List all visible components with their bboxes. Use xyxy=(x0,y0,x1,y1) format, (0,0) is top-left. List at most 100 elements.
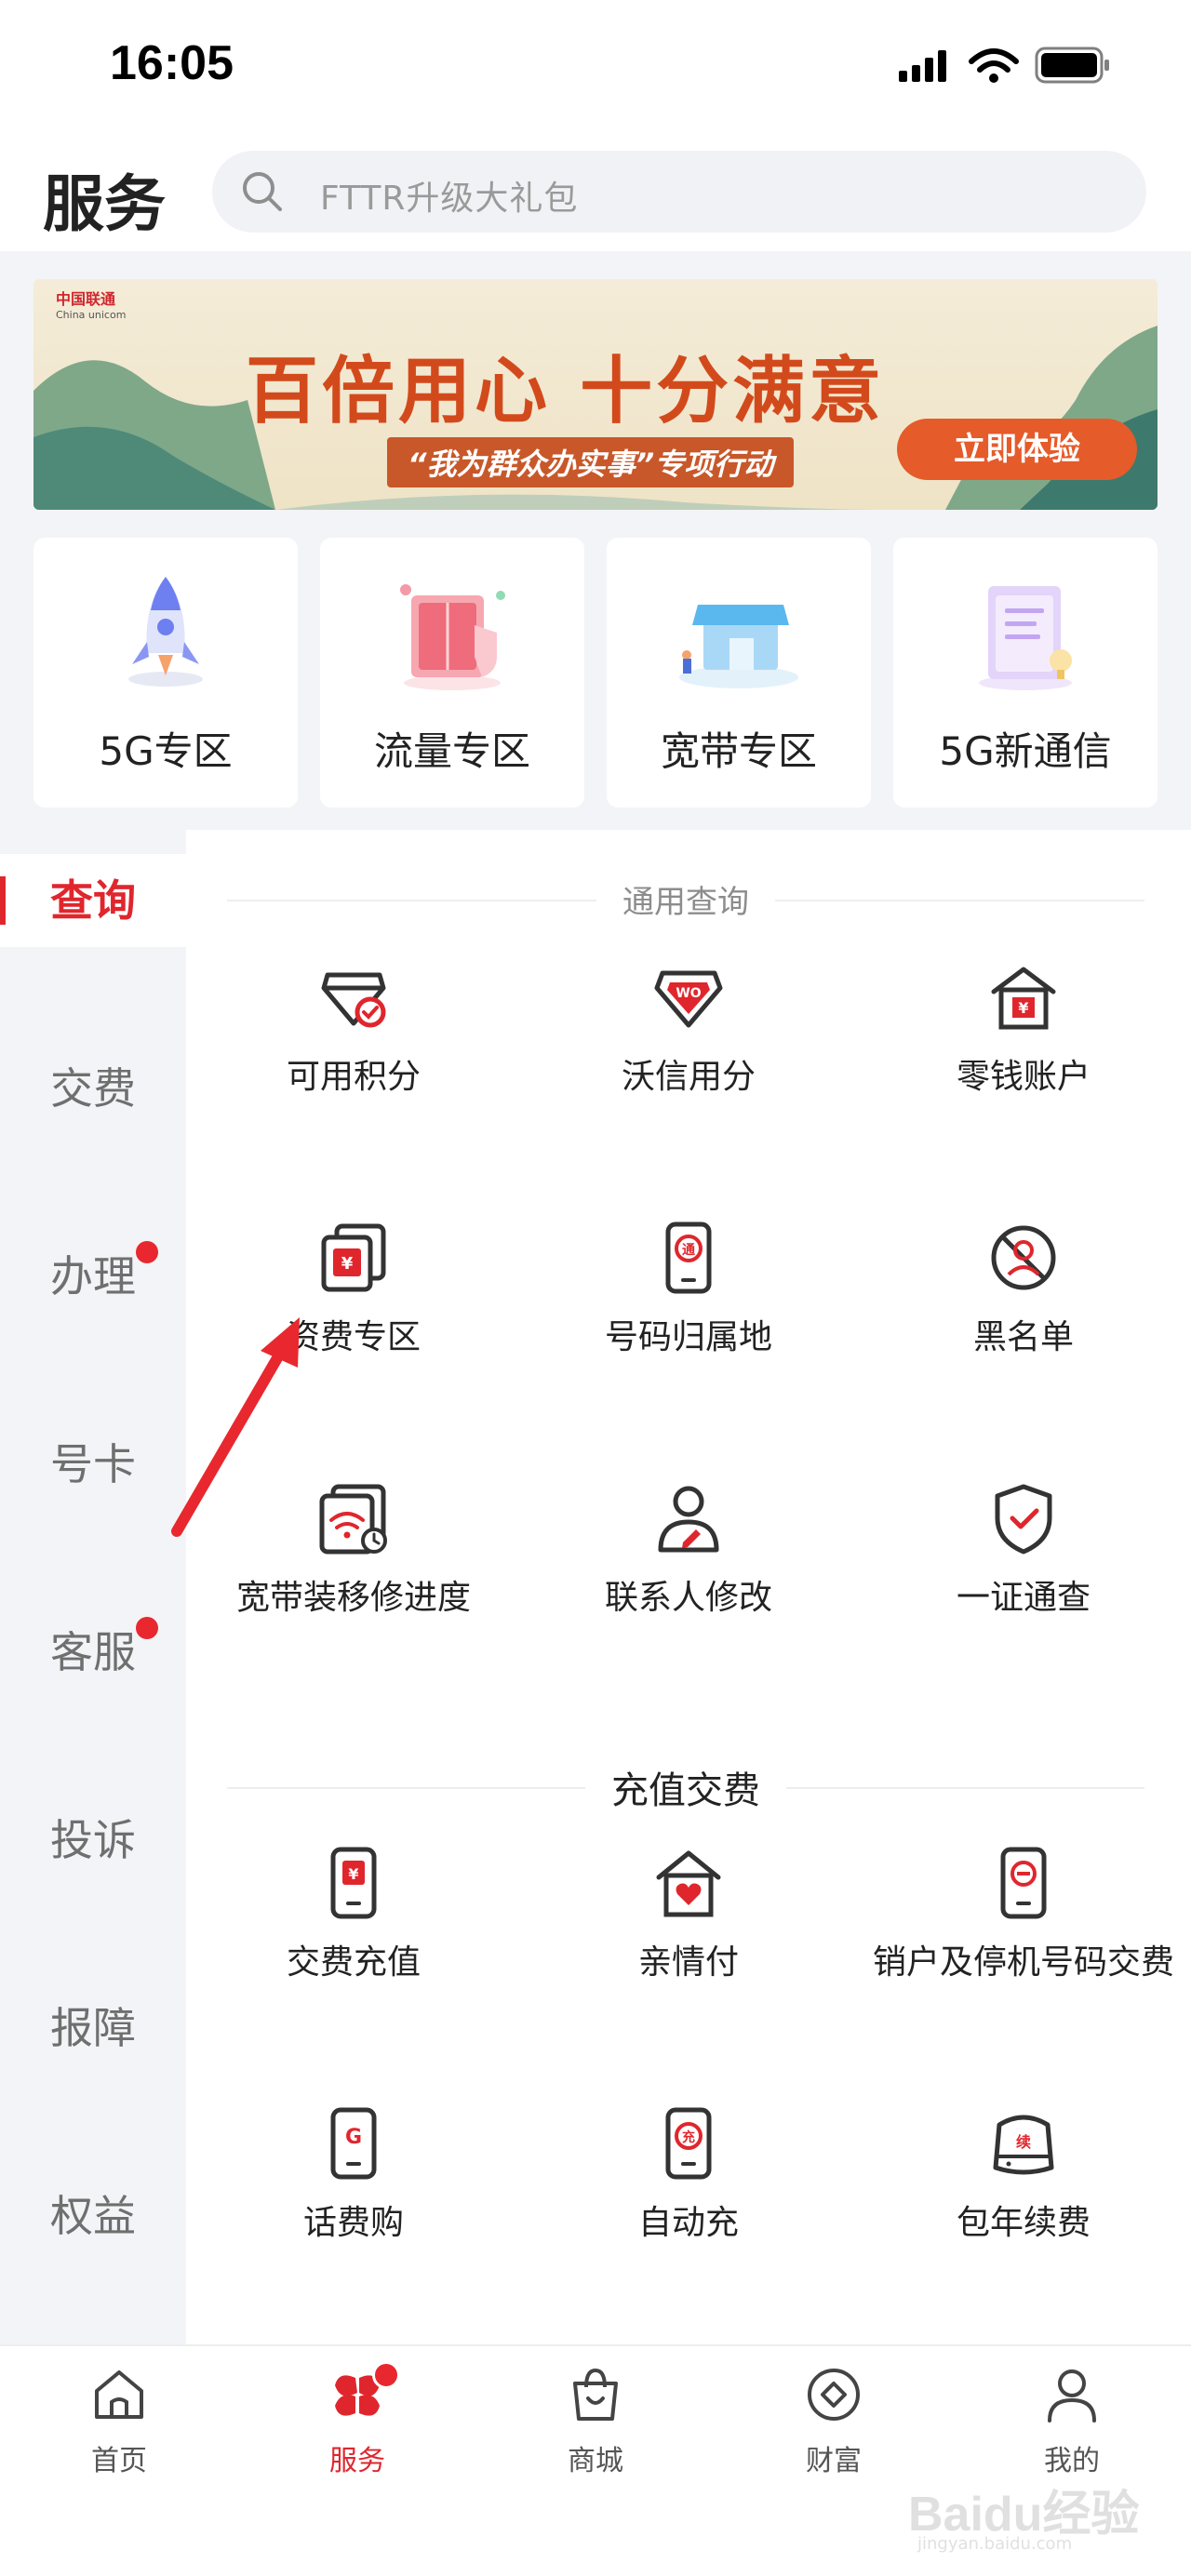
notification-dot xyxy=(136,1617,158,1639)
section-title-text: 通用查询 xyxy=(596,884,775,921)
search-placeholder: FTTR升级大礼包 xyxy=(320,180,579,218)
nav-mall[interactable]: 商城 xyxy=(476,2365,715,2495)
grid-item-label: 零钱账户 xyxy=(956,1058,1091,1096)
battery-icon xyxy=(1035,47,1109,84)
wifi-icon xyxy=(969,48,1019,83)
profile-icon xyxy=(1048,2369,1096,2423)
grid-item-auto-recharge[interactable]: 充 自动充 xyxy=(521,2106,856,2255)
zone-5g-new-comm[interactable]: 5G新通信 xyxy=(893,538,1158,808)
zone-label: 5G新通信 xyxy=(939,728,1112,774)
broadband-store-icon xyxy=(679,595,798,688)
promo-banner[interactable]: 中国联通 China unicom 百倍用心 十分满意 “我为群众办实事”专项行… xyxy=(33,279,1158,510)
sidebar-item-sim-card[interactable]: 号卡 xyxy=(0,1418,186,1511)
grid-item-label: 销户及停机号码交费 xyxy=(872,1943,1174,1982)
notification-dot xyxy=(372,2361,400,2389)
svg-text:¥: ¥ xyxy=(341,1254,354,1274)
grid-item-family-pay[interactable]: 亲情付 xyxy=(521,1846,856,1995)
grid-item-label: 话费购 xyxy=(302,2204,404,2242)
annotation-arrow-icon xyxy=(171,1317,300,1537)
phone-g-icon: G xyxy=(330,2107,377,2180)
wo-credit-icon: WO xyxy=(654,970,723,1028)
grid-item-label: 一证通查 xyxy=(956,1579,1091,1617)
svg-text:¥: ¥ xyxy=(348,1865,358,1883)
sidebar-item-complaint[interactable]: 投诉 xyxy=(0,1794,186,1887)
zone-label: 流量专区 xyxy=(373,728,530,774)
nav-label: 服务 xyxy=(329,2445,385,2477)
cellular-signal-icon xyxy=(899,50,946,82)
zone-5g[interactable]: 5G专区 xyxy=(33,538,298,808)
grid-item-closed-account-pay[interactable]: 销户及停机号码交费 xyxy=(856,1846,1191,1995)
zone-label: 5G专区 xyxy=(99,728,233,774)
phone-stop-icon xyxy=(1000,1847,1047,1919)
broadband-progress-icon xyxy=(319,1484,387,1555)
section-title-general-query: 通用查询 xyxy=(227,876,1144,922)
zone-data[interactable]: 流量专区 xyxy=(320,538,584,808)
nav-label: 商城 xyxy=(568,2445,623,2477)
phone-recharge-icon: ¥ xyxy=(330,1847,377,1919)
svg-text:G: G xyxy=(345,2126,362,2149)
unicom-logo: 中国联通 China unicom xyxy=(56,287,126,321)
shield-check-icon xyxy=(995,1484,1052,1555)
banner-cta-button[interactable]: 立即体验 xyxy=(897,419,1137,480)
grid-item-annual-renew[interactable]: 续 包年续费 xyxy=(856,2106,1191,2255)
baidu-watermark: Baidu经验 jingyan.baidu.com xyxy=(908,2456,1187,2558)
status-bar: 16:05 xyxy=(0,0,1191,130)
sidebar-item-label: 交费 xyxy=(50,1063,136,1114)
contact-edit-icon xyxy=(658,1486,719,1553)
grid-item-label: 自动充 xyxy=(637,2204,739,2242)
search-input[interactable]: FTTR升级大礼包 xyxy=(212,151,1146,233)
grid-item-number-location[interactable]: 通 号码归属地 xyxy=(521,1221,856,1369)
notification-dot xyxy=(136,1241,158,1263)
sidebar-item-label: 客服 xyxy=(50,1627,136,1677)
phone-location-icon: 通 xyxy=(665,1221,712,1294)
banner-slogan: 百倍用心 十分满意 xyxy=(246,349,886,434)
grid-item-phone-bill-buy[interactable]: G 话费购 xyxy=(186,2106,521,2255)
banner-subtitle: “我为群众办实事”专项行动 xyxy=(387,437,795,487)
grid-item-wallet[interactable]: ¥ 零钱账户 xyxy=(856,960,1191,1109)
family-pay-icon xyxy=(656,1850,721,1917)
shopping-bag-icon xyxy=(573,2368,618,2421)
active-indicator xyxy=(0,876,6,925)
search-icon xyxy=(243,172,282,211)
grid-item-contact-edit[interactable]: 联系人修改 xyxy=(521,1481,856,1630)
sidebar-item-benefits[interactable]: 权益 xyxy=(0,2169,186,2262)
svg-text:WO: WO xyxy=(676,986,701,1001)
wallet-house-icon: ¥ xyxy=(991,967,1056,1030)
grid-item-points[interactable]: 可用积分 xyxy=(186,960,521,1109)
blacklist-icon xyxy=(991,1225,1056,1290)
data-box-icon xyxy=(400,584,505,690)
sidebar-item-label: 报障 xyxy=(50,2003,136,2053)
sidebar-item-label: 号卡 xyxy=(50,1439,136,1489)
nav-label: 首页 xyxy=(91,2445,147,2477)
annual-renew-icon: 续 xyxy=(993,2115,1054,2175)
sidebar-item-fault-report[interactable]: 报障 xyxy=(0,1982,186,2075)
auto-recharge-icon: 充 xyxy=(665,2107,712,2180)
sidebar-item-handle[interactable]: 办理 xyxy=(0,1230,186,1323)
logo-en-text: China unicom xyxy=(56,309,127,321)
tariff-cards-icon: ¥ xyxy=(321,1223,386,1292)
grid-item-blacklist[interactable]: 黑名单 xyxy=(856,1221,1191,1369)
sidebar-item-customer-service[interactable]: 客服 xyxy=(0,1606,186,1699)
category-sidebar: 查询 交费 办理 号卡 客服 投诉 报障 权益 xyxy=(0,830,186,2344)
grid-item-label: 联系人修改 xyxy=(604,1579,772,1617)
page-title: 服务 xyxy=(43,168,166,240)
points-icon xyxy=(321,972,386,1028)
sidebar-item-query[interactable]: 查询 xyxy=(0,854,186,947)
grid-item-recharge[interactable]: ¥ 交费充值 xyxy=(186,1846,521,1995)
top-area: 中国联通 China unicom 百倍用心 十分满意 “我为群众办实事”专项行… xyxy=(0,251,1191,830)
sidebar-item-label: 查询 xyxy=(50,875,136,926)
sidebar-item-label: 权益 xyxy=(50,2191,136,2241)
grid-item-label: 包年续费 xyxy=(956,2204,1091,2242)
svg-text:通: 通 xyxy=(682,1243,695,1258)
sidebar-item-payment[interactable]: 交费 xyxy=(0,1042,186,1135)
grid-item-label: 沃信用分 xyxy=(621,1058,756,1096)
grid-item-id-check[interactable]: 一证通查 xyxy=(856,1481,1191,1630)
status-time: 16:05 xyxy=(110,36,234,90)
service-main: 查询 交费 办理 号卡 客服 投诉 报障 权益 通用查询 可用积分 WO 沃信用… xyxy=(0,830,1191,2344)
rocket-icon xyxy=(128,577,203,687)
nav-service[interactable]: 服务 xyxy=(238,2365,476,2495)
logo-text: 中国联通 xyxy=(56,290,116,308)
grid-item-wo-credit[interactable]: WO 沃信用分 xyxy=(521,960,856,1109)
nav-home[interactable]: 首页 xyxy=(0,2365,238,2495)
zone-broadband[interactable]: 宽带专区 xyxy=(607,538,871,808)
